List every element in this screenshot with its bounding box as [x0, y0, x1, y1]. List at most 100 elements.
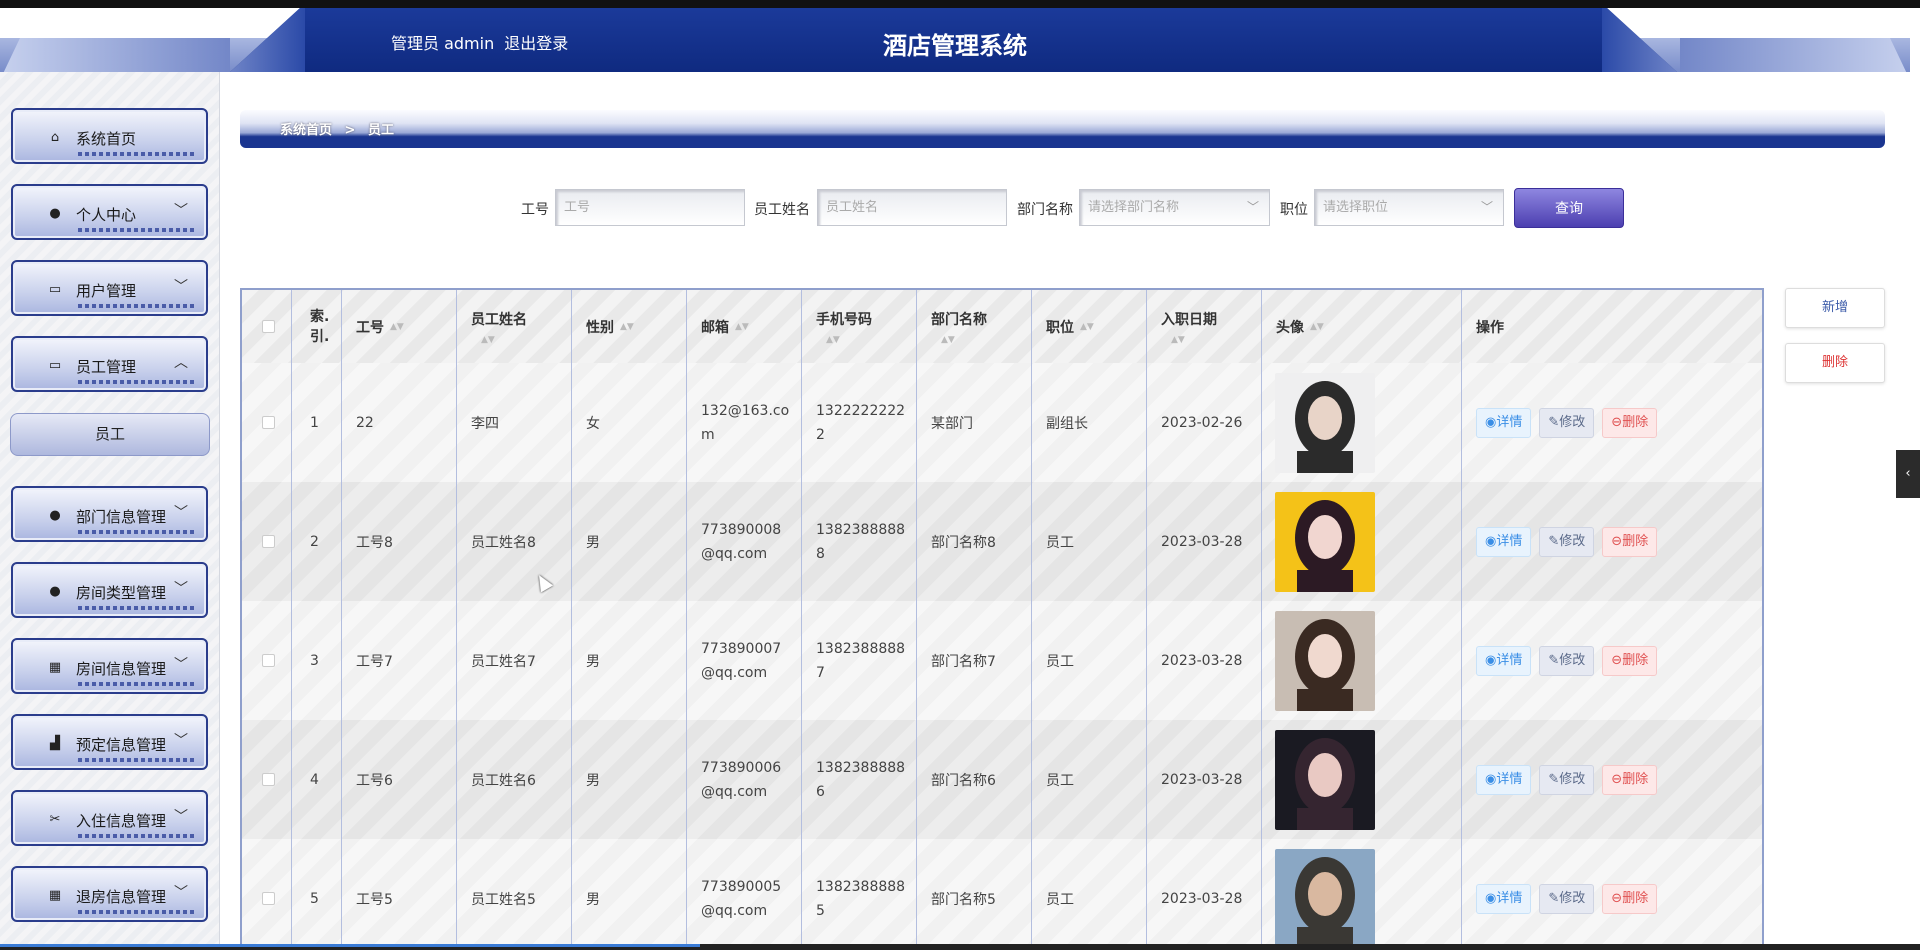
- sidebar-item-label: 房间类型管理: [76, 584, 167, 602]
- sidebar-item-checkout[interactable]: ▦ 退房信息管理 ﹀: [11, 866, 208, 922]
- edit-button[interactable]: ✎修改: [1539, 645, 1595, 676]
- monitor-icon: ▭: [48, 282, 62, 297]
- delete-button[interactable]: ⊖删除: [1602, 883, 1658, 914]
- edit-button[interactable]: ✎修改: [1539, 526, 1595, 557]
- menu-decoration: [78, 910, 196, 914]
- detail-button[interactable]: ◉详情: [1476, 407, 1532, 438]
- edit-button[interactable]: ✎修改: [1539, 764, 1595, 795]
- pos-select[interactable]: 请选择职位 ﹀: [1314, 189, 1504, 226]
- sort-icon[interactable]: ▲▼: [826, 335, 840, 345]
- cell-name: 李四: [457, 363, 572, 482]
- row-checkbox[interactable]: [262, 535, 275, 548]
- avatar[interactable]: [1275, 729, 1375, 830]
- cell-dept: 部门名称7: [917, 601, 1032, 720]
- dept-select[interactable]: 请选择部门名称 ﹀: [1079, 189, 1270, 226]
- sidebar-item-departments[interactable]: ● 部门信息管理 ﹀: [11, 486, 208, 542]
- collapse-panel-button[interactable]: ‹: [1896, 450, 1920, 498]
- detail-button[interactable]: ◉详情: [1476, 645, 1532, 676]
- edit-icon: ✎: [1548, 533, 1560, 549]
- header-name[interactable]: 员工姓名 ▲▼: [457, 290, 572, 363]
- sidebar-item-home[interactable]: ⌂ 系统首页: [11, 108, 208, 164]
- eye-icon: ◉: [1485, 771, 1497, 787]
- header-date[interactable]: 入职日期 ▲▼: [1147, 290, 1262, 363]
- sort-icon[interactable]: ▲▼: [620, 322, 634, 332]
- cell-text: 3: [310, 652, 319, 669]
- window-top-strip: [0, 0, 1920, 8]
- avatar[interactable]: [1275, 848, 1375, 944]
- sidebar-item-label: 用户管理: [76, 282, 137, 300]
- detail-button[interactable]: ◉详情: [1476, 764, 1532, 795]
- name-input[interactable]: 员工姓名: [817, 189, 1007, 226]
- avatar[interactable]: [1275, 372, 1375, 473]
- header-phone[interactable]: 手机号码 ▲▼: [802, 290, 917, 363]
- home-icon: ⌂: [50, 130, 60, 145]
- header-position[interactable]: 职位 ▲▼: [1032, 290, 1147, 363]
- minus-circle-icon: ⊖: [1611, 533, 1623, 549]
- sort-icon[interactable]: ▲▼: [390, 322, 404, 332]
- search-bar: 工号 工号 员工姓名 员工姓名 部门名称 请选择部门名称 ﹀ 职位 请选择职位 …: [0, 187, 1920, 227]
- edit-button[interactable]: ✎修改: [1539, 407, 1595, 438]
- sidebar-item-room-types[interactable]: ● 房间类型管理 ﹀: [11, 562, 208, 618]
- scroll-thumb[interactable]: [0, 944, 700, 947]
- cell-dept: 某部门: [917, 363, 1032, 482]
- sidebar-item-reservations[interactable]: ▟ 预定信息管理 ﹀: [11, 714, 208, 770]
- avatar[interactable]: [1275, 491, 1375, 592]
- row-checkbox[interactable]: [262, 892, 275, 905]
- add-button[interactable]: 新增: [1785, 288, 1885, 328]
- menu-decoration: [78, 758, 196, 762]
- sidebar-item-checkin[interactable]: ✂ 入住信息管理 ﹀: [11, 790, 208, 846]
- row-checkbox[interactable]: [262, 654, 275, 667]
- sort-icon[interactable]: ▲▼: [941, 335, 955, 345]
- query-button[interactable]: 查询: [1514, 188, 1624, 228]
- cell-sex: 男: [572, 720, 687, 839]
- cell-phone: 13823888885: [802, 839, 917, 944]
- detail-button[interactable]: ◉详情: [1476, 526, 1532, 557]
- row-checkbox[interactable]: [262, 773, 275, 786]
- sort-icon[interactable]: ▲▼: [1171, 335, 1185, 345]
- minus-circle-icon: ⊖: [1611, 890, 1623, 906]
- cell-text: 13823888887: [816, 640, 906, 681]
- edit-button[interactable]: ✎修改: [1539, 883, 1595, 914]
- table-row: 3 工号7 员工姓名7 男 773890007@qq.com 13823888887 部门名…: [242, 601, 1762, 720]
- table-row: 1 22 李四 女 132@163.com 13222222222 某部门 副组长 2023-0…: [242, 363, 1762, 482]
- sidebar-item-rooms[interactable]: ▦ 房间信息管理 ﹀: [11, 638, 208, 694]
- cell-email: 773890008@qq.com: [687, 482, 802, 601]
- select-all-checkbox[interactable]: [262, 320, 275, 333]
- avatar[interactable]: [1275, 610, 1375, 711]
- delete-button[interactable]: ⊖删除: [1602, 764, 1658, 795]
- header-dept[interactable]: 部门名称 ▲▼: [917, 290, 1032, 363]
- cell-text: 1: [310, 414, 319, 431]
- header-email[interactable]: 邮箱 ▲▼: [687, 290, 802, 363]
- sort-icon[interactable]: ▲▼: [1310, 322, 1324, 332]
- bottom-scrollbar[interactable]: [0, 944, 1920, 950]
- pos-label: 职位: [1280, 202, 1308, 218]
- sidebar-item-users[interactable]: ▭ 用户管理 ﹀: [11, 260, 208, 316]
- menu-decoration: [78, 606, 196, 610]
- header-avatar[interactable]: 头像 ▲▼: [1262, 290, 1462, 363]
- header-gh[interactable]: 工号 ▲▼: [342, 290, 457, 363]
- cell-text: 工号7: [356, 653, 393, 670]
- cell-name: 员工姓名8: [457, 482, 572, 601]
- sidebar-subitem-employee[interactable]: 员工: [10, 413, 210, 456]
- sort-icon[interactable]: ▲▼: [481, 335, 495, 345]
- table-header-row: 索.引. 工号 ▲▼ 员工姓名 ▲▼ 性别 ▲▼ 邮箱 ▲▼ 手机号码 ▲▼ 部门名称 ▲▼…: [242, 290, 1762, 363]
- batch-delete-button[interactable]: 删除: [1785, 343, 1885, 383]
- cell-pos: 员工: [1032, 839, 1147, 944]
- delete-button[interactable]: ⊖删除: [1602, 407, 1658, 438]
- gh-input[interactable]: 工号: [555, 189, 745, 226]
- eye-icon: ◉: [1485, 533, 1497, 549]
- detail-button[interactable]: ◉详情: [1476, 883, 1532, 914]
- sort-icon[interactable]: ▲▼: [735, 322, 749, 332]
- header-sex[interactable]: 性别 ▲▼: [572, 290, 687, 363]
- delete-button[interactable]: ⊖删除: [1602, 645, 1658, 676]
- row-checkbox[interactable]: [262, 416, 275, 429]
- cell-actions: ◉详情 ✎修改 ⊖删除: [1462, 482, 1762, 601]
- cell-name: 员工姓名7: [457, 601, 572, 720]
- cell-phone: 13823888887: [802, 601, 917, 720]
- breadcrumb-home[interactable]: 系统首页: [280, 123, 332, 138]
- delete-button[interactable]: ⊖删除: [1602, 526, 1658, 557]
- thumb-icon: ▟: [50, 736, 60, 751]
- cell-sex: 男: [572, 482, 687, 601]
- sidebar-item-employees[interactable]: ▭ 员工管理 ︿: [11, 336, 208, 392]
- sort-icon[interactable]: ▲▼: [1080, 322, 1094, 332]
